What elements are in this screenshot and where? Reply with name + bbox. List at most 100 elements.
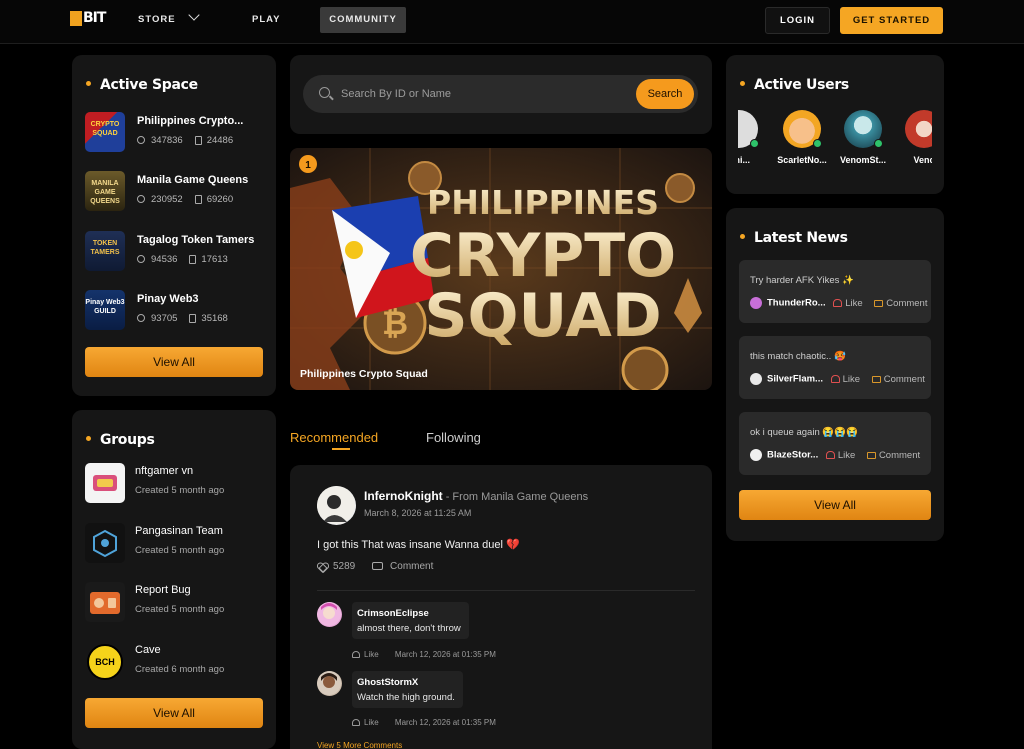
reply-author[interactable]: CrimsonEclipse: [357, 608, 461, 619]
news-comment-label: Comment: [883, 373, 925, 385]
news-author[interactable]: BlazeStor...: [767, 450, 818, 461]
post-actions: 5289 Comment: [317, 561, 433, 572]
search-input[interactable]: [341, 85, 621, 103]
news-card[interactable]: this match chaotic.. 🥵 SilverFlam... Lik…: [739, 336, 931, 399]
group-thumbnail: [85, 523, 125, 563]
reply-date: March 12, 2026 at 01:35 PM: [394, 718, 496, 727]
nav-community[interactable]: COMMUNITY: [320, 7, 406, 33]
space-stats: 93705 35168: [137, 313, 228, 324]
news-author[interactable]: SilverFlam...: [767, 374, 823, 385]
online-status-icon: [874, 139, 883, 148]
post-source-space: - From Manila Game Queens: [442, 491, 589, 503]
posts-count: 24486: [206, 135, 234, 146]
tab-following[interactable]: Following: [426, 430, 481, 445]
like-count: 5289: [333, 561, 356, 572]
comment-label: Comment: [390, 561, 434, 572]
news-meta: ThunderRo... Like Comment: [750, 297, 927, 309]
cube-icon: [93, 529, 117, 558]
active-users-title: Active Users: [740, 77, 849, 93]
heart-icon: [317, 562, 327, 571]
nav-play[interactable]: PLAY: [252, 14, 280, 25]
post-author-avatar[interactable]: [317, 486, 356, 525]
members-count: 94536: [151, 254, 178, 265]
members-icon: [137, 314, 145, 323]
user-avatar: [905, 110, 932, 148]
group-item[interactable]: Report Bug Created 5 month ago: [85, 582, 275, 624]
space-item[interactable]: TOKEN TAMERS Tagalog Token Tamers 94536 1…: [85, 231, 275, 273]
news-author[interactable]: ThunderRo...: [767, 298, 826, 309]
reply-like-button[interactable]: Like: [352, 718, 379, 727]
logo[interactable]: BIT: [70, 10, 106, 26]
reply-like-label: Like: [364, 718, 379, 727]
online-status-icon: [813, 139, 822, 148]
news-avatar: [750, 449, 762, 461]
comment-icon: [372, 562, 384, 571]
banner-rank-text: 1: [305, 160, 311, 171]
heart-icon: [833, 299, 843, 307]
space-stats: 230952 69260: [137, 194, 233, 205]
group-item[interactable]: BCH Cave Created 6 month ago: [85, 642, 275, 684]
active-users-panel: Active Users Kni... ScarletNo... VenomSt…: [726, 55, 944, 194]
news-comment-button[interactable]: Comment: [858, 450, 920, 461]
group-item[interactable]: Pangasinan Team Created 5 month ago: [85, 523, 275, 565]
reply-text: almost there, don't throw: [357, 623, 461, 634]
login-button[interactable]: LOGIN: [765, 7, 830, 34]
search-button[interactable]: Search: [636, 79, 694, 109]
tab-recommended[interactable]: Recommended: [290, 430, 378, 445]
group-created: Created 5 month ago: [135, 485, 225, 496]
post-card: InfernoKnight - From Manila Game Queens …: [290, 465, 712, 749]
space-item[interactable]: MANILA GAME QUEENS Manila Game Queens 23…: [85, 171, 275, 213]
view-more-comments-link[interactable]: View 5 More Comments: [317, 741, 402, 749]
groups-title: Groups: [86, 432, 155, 448]
featured-space-banner[interactable]: ₿ PHILIPPINES CRYPTO SQUAD 1 Philippines…: [290, 148, 712, 390]
nav-store[interactable]: STORE: [138, 9, 200, 25]
reply-text: Watch the high ground.: [357, 692, 455, 703]
active-space-view-all-button[interactable]: View All: [85, 347, 263, 377]
news-card[interactable]: ok i queue again 😭😭😭 BlazeStor... Like C…: [739, 412, 931, 475]
groups-panel: Groups nftgamer vn Created 5 month ago P…: [72, 410, 276, 749]
reply-like-button[interactable]: Like: [352, 650, 379, 659]
reply-meta: Like March 12, 2026 at 01:35 PM: [352, 718, 496, 727]
active-users-title-text: Active Users: [754, 77, 849, 93]
news-like-label: Like: [842, 373, 861, 385]
active-users-carousel[interactable]: Kni... ScarletNo... VenomSt... Venc: [738, 110, 932, 180]
group-item[interactable]: nftgamer vn Created 5 month ago: [85, 463, 275, 505]
news-like-button[interactable]: Like: [826, 374, 860, 385]
active-user[interactable]: VenomSt...: [835, 110, 891, 165]
active-user[interactable]: Kni...: [738, 110, 767, 165]
latest-news-view-all-button[interactable]: View All: [739, 490, 931, 520]
latest-news-title: Latest News: [740, 230, 848, 246]
reply-author[interactable]: GhostStormX: [357, 677, 455, 688]
group-name: Report Bug: [135, 584, 191, 596]
reply-avatar[interactable]: [317, 602, 342, 627]
active-user[interactable]: Venc: [896, 110, 932, 165]
space-item[interactable]: CRYPTO SQUAD Philippines Crypto... 34783…: [85, 112, 275, 154]
space-name: Philippines Crypto...: [137, 115, 244, 127]
posts-count: 69260: [206, 194, 234, 205]
news-comment-button[interactable]: Comment: [863, 374, 925, 385]
bch-badge-icon: BCH: [87, 644, 123, 680]
reply-avatar[interactable]: [317, 671, 342, 696]
news-like-button[interactable]: Like: [828, 298, 863, 309]
active-tab-indicator: [332, 448, 350, 450]
news-like-button[interactable]: Like: [821, 450, 855, 461]
space-item[interactable]: Pinay Web3 GUILD Pinay Web3 93705 35168: [85, 290, 275, 332]
group-thumbnail: [85, 582, 125, 622]
groups-view-all-button[interactable]: View All: [85, 698, 263, 728]
reply-bubble: CrimsonEclipse almost there, don't throw: [352, 602, 469, 639]
like-button[interactable]: 5289: [317, 561, 355, 572]
heart-icon: [830, 375, 840, 383]
news-card[interactable]: Try harder AFK Yikes ✨ ThunderRo... Like…: [739, 260, 931, 323]
news-comment-button[interactable]: Comment: [865, 298, 927, 309]
comment-button[interactable]: Comment: [358, 561, 433, 572]
comment-icon: [866, 451, 876, 459]
chevron-down-icon: [187, 9, 200, 21]
space-name: Manila Game Queens: [137, 174, 249, 186]
get-started-button[interactable]: GET STARTED: [840, 7, 943, 34]
posts-icon: [194, 194, 202, 204]
posts-icon: [189, 254, 197, 264]
active-user[interactable]: ScarletNo...: [774, 110, 830, 165]
banner-caption: Philippines Crypto Squad: [300, 368, 428, 380]
posts-icon: [189, 313, 197, 323]
post-author-name[interactable]: InfernoKnight: [364, 489, 443, 503]
